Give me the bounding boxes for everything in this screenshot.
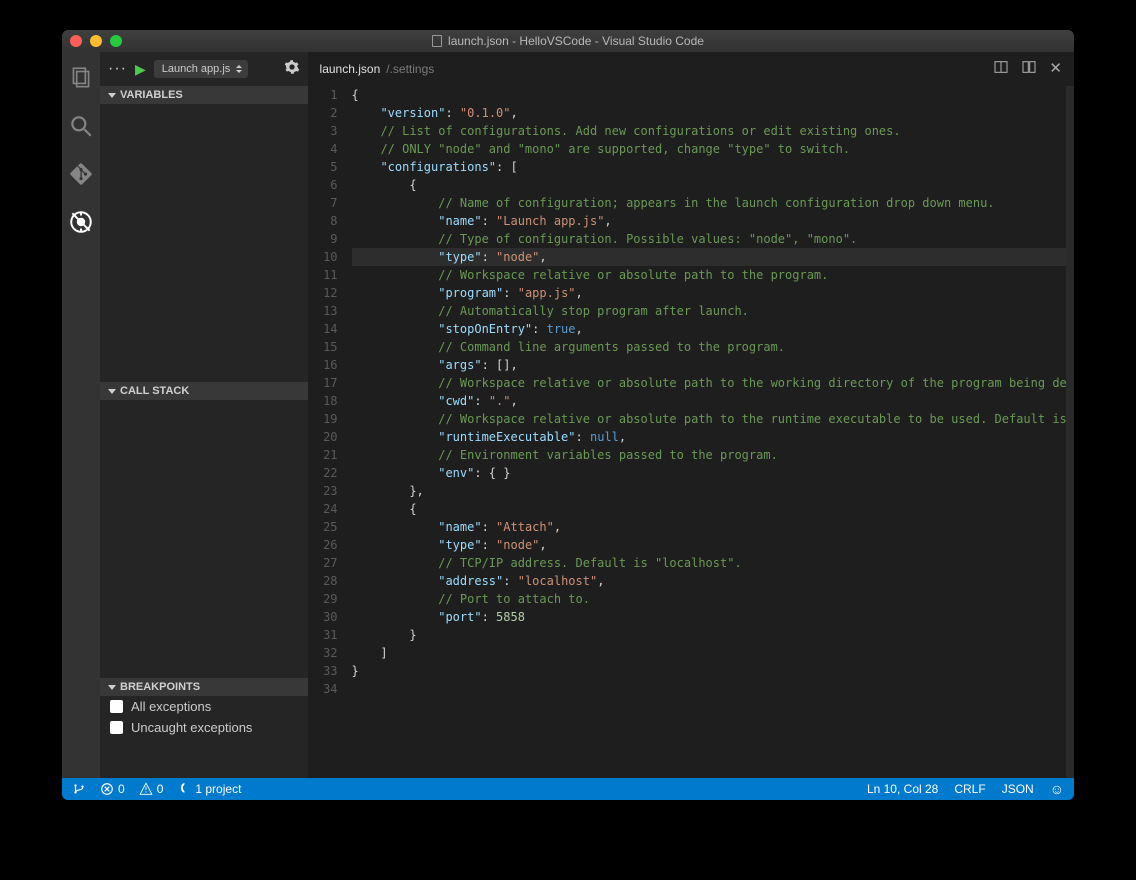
close-tab-icon[interactable]: ✕ (1049, 59, 1062, 80)
callstack-section-header[interactable]: CALL STACK (100, 382, 308, 400)
language-mode[interactable]: JSON (1002, 782, 1034, 796)
launch-config-dropdown[interactable]: Launch app.js (154, 60, 249, 78)
cursor-position[interactable]: Ln 10, Col 28 (867, 782, 938, 796)
status-bar: 0 0 1 project Ln 10, Col 28 CRLF JSON ☺ (62, 778, 1074, 800)
git-branch-status[interactable] (72, 782, 86, 796)
app-window: launch.json - HelloVSCode - Visual Studi… (62, 30, 1074, 800)
variables-section-header[interactable]: VARIABLES (100, 86, 308, 104)
layout-icon[interactable] (1021, 59, 1037, 80)
caret-down-icon (108, 685, 116, 690)
section-label: CALL STACK (120, 385, 189, 397)
tab-bar: launch.json /.settings ✕ (308, 52, 1074, 86)
debug-side-panel: ··· ▶ Launch app.js VARIABLES CALL STACK… (100, 52, 308, 778)
breakpoint-label: Uncaught exceptions (131, 720, 252, 735)
checkbox[interactable] (110, 721, 123, 734)
git-icon[interactable] (67, 160, 95, 188)
variables-body (100, 104, 308, 382)
eol-indicator[interactable]: CRLF (954, 782, 985, 796)
code-editor[interactable]: 1234567891011121314151617181920212223242… (308, 86, 1074, 778)
callstack-body (100, 400, 308, 678)
activity-bar (62, 52, 100, 778)
breakpoints-body: All exceptions Uncaught exceptions (100, 696, 308, 738)
more-button[interactable]: ··· (108, 60, 127, 78)
checkbox[interactable] (110, 700, 123, 713)
search-icon[interactable] (67, 112, 95, 140)
split-editor-icon[interactable] (993, 59, 1009, 80)
start-debug-button[interactable]: ▶ (135, 61, 146, 78)
window-title: launch.json - HelloVSCode - Visual Studi… (448, 34, 704, 48)
settings-gear-icon[interactable] (284, 59, 300, 80)
feedback-smile-icon[interactable]: ☺ (1050, 781, 1064, 797)
projects-status[interactable]: 1 project (177, 782, 241, 796)
file-icon (432, 35, 442, 47)
debug-icon[interactable] (67, 208, 95, 236)
caret-down-icon (108, 93, 116, 98)
errors-count[interactable]: 0 (100, 782, 125, 796)
section-label: VARIABLES (120, 89, 183, 101)
active-tab-path: /.settings (386, 62, 434, 76)
breakpoint-label: All exceptions (131, 699, 211, 714)
titlebar: launch.json - HelloVSCode - Visual Studi… (62, 30, 1074, 52)
breakpoint-item[interactable]: All exceptions (100, 696, 308, 717)
debug-toolbar: ··· ▶ Launch app.js (100, 52, 308, 86)
editor-area: launch.json /.settings ✕ 123456789101112… (308, 52, 1074, 778)
section-label: BREAKPOINTS (120, 681, 200, 693)
active-tab-filename[interactable]: launch.json (320, 62, 381, 76)
breakpoint-item[interactable]: Uncaught exceptions (100, 717, 308, 738)
minimap[interactable] (1066, 86, 1074, 778)
caret-down-icon (108, 389, 116, 394)
warnings-count[interactable]: 0 (139, 782, 164, 796)
breakpoints-section-header[interactable]: BREAKPOINTS (100, 678, 308, 696)
explorer-icon[interactable] (67, 64, 95, 92)
